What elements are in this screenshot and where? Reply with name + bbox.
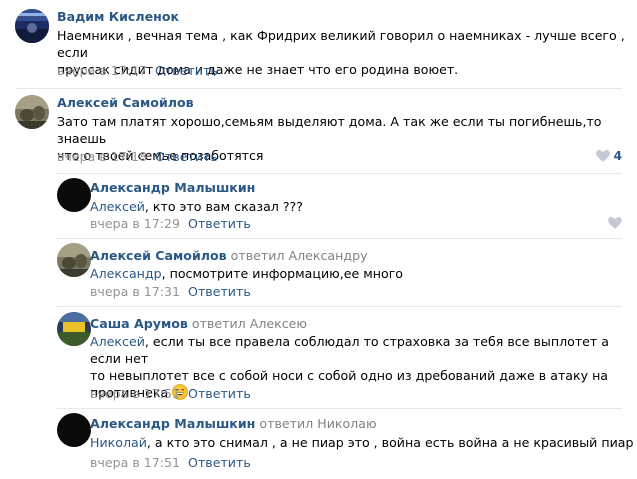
author-name[interactable]: Алексей Самойлов — [90, 248, 227, 263]
avatar[interactable] — [15, 9, 49, 43]
separator — [57, 173, 622, 174]
heart-icon — [608, 217, 622, 229]
comment-text-body: , кто это вам сказал ??? — [144, 199, 303, 214]
avatar[interactable] — [57, 243, 91, 277]
author-name[interactable]: Александр Малышкин — [90, 416, 255, 431]
comment-text-line: то невыплотет все с собой носи с собой о… — [90, 368, 609, 383]
avatar[interactable] — [57, 413, 91, 447]
like-button[interactable]: 4 — [595, 149, 622, 163]
replied-label: ответил Алексею — [192, 316, 307, 331]
comment-meta: вчера в 17:18 Ответить — [57, 149, 218, 165]
author-line: Алексей Самойлов — [57, 95, 194, 111]
replied-word: ответил — [191, 316, 246, 331]
like-button[interactable] — [608, 217, 622, 229]
avatar-image — [15, 9, 49, 43]
comment-text-line: Алексей, если ты все правела соблюдал то… — [90, 333, 637, 367]
comment-text-line: Наемники , вечная тема , как Фридрих вел… — [57, 28, 625, 60]
reply-button[interactable]: Ответить — [188, 455, 251, 470]
mention-link[interactable]: Александр — [90, 266, 162, 281]
reply-button[interactable]: Ответить — [188, 216, 251, 231]
author-line: Алексей Самойлов ответил Александру — [90, 248, 368, 264]
author-line: Александр Малышкин ответил Николаю — [90, 416, 377, 432]
comment-time[interactable]: вчера в 17:51 — [90, 386, 180, 401]
avatar-image — [57, 312, 91, 346]
avatar-image — [57, 243, 91, 277]
replied-label: ответил Николаю — [259, 416, 376, 431]
separator — [57, 408, 622, 409]
replied-word: ответил — [259, 416, 314, 431]
comments-thread: Вадим Кисленок Наемники , вечная тема , … — [0, 0, 637, 479]
reply-button[interactable]: Ответить — [155, 149, 218, 164]
comment-meta: вчера в 17:29 Ответить — [90, 216, 251, 232]
avatar[interactable] — [15, 95, 49, 129]
reply-button[interactable]: Ответить — [188, 284, 251, 299]
separator — [57, 238, 622, 239]
comment-time[interactable]: вчера в 17:17 — [57, 63, 147, 78]
mention-link[interactable]: Алексей — [90, 334, 145, 349]
comment-meta: вчера в 17:51 Ответить — [90, 455, 251, 471]
avatar-image — [15, 95, 49, 129]
comment-text-body: , посмотрите информацию,ее много — [161, 266, 404, 281]
author-name[interactable]: Алексей Самойлов — [57, 95, 194, 110]
author-line: Саша Арумов ответил Алексею — [90, 316, 307, 332]
author-name[interactable]: Саша Арумов — [90, 316, 188, 331]
comment-time[interactable]: вчера в 17:51 — [90, 455, 180, 470]
avatar[interactable] — [57, 178, 91, 212]
comment-meta: вчера в 17:31 Ответить — [90, 284, 251, 300]
author-line: Вадим Кисленок — [57, 9, 179, 25]
comment-time[interactable]: вчера в 17:31 — [90, 284, 180, 299]
mention-link[interactable]: Николай — [90, 435, 147, 450]
comment-text-body: , если ты все правела соблюдал то страхо… — [90, 334, 609, 366]
heart-icon — [595, 150, 610, 162]
mention-link[interactable]: Алексей — [90, 199, 145, 214]
comment-meta: вчера в 17:17 Ответить — [57, 63, 218, 79]
separator — [57, 306, 622, 307]
comment-text: Алексей, кто это вам сказал ??? — [90, 198, 303, 215]
like-count: 4 — [613, 149, 622, 163]
comment-meta: вчера в 17:51 Ответить — [90, 386, 251, 402]
replied-word: ответил — [230, 248, 285, 263]
comment-text-line: Зато там платят хорошо,семьям выделяют д… — [57, 114, 602, 146]
comment-time[interactable]: вчера в 17:29 — [90, 216, 180, 231]
replied-label: ответил Александру — [231, 248, 368, 263]
author-line: Александр Малышкин — [90, 180, 255, 196]
author-name[interactable]: Вадим Кисленок — [57, 9, 179, 24]
reply-button[interactable]: Ответить — [155, 63, 218, 78]
separator — [15, 88, 622, 89]
replied-to-link[interactable]: Николаю — [317, 416, 376, 431]
author-name[interactable]: Александр Малышкин — [90, 180, 255, 195]
replied-to-link[interactable]: Александру — [288, 248, 367, 263]
comment-text: Александр, посмотрите информацию,ее мног… — [90, 265, 403, 282]
avatar[interactable] — [57, 312, 91, 346]
reply-button[interactable]: Ответить — [188, 386, 251, 401]
replied-to-link[interactable]: Алексею — [250, 316, 307, 331]
comment-time[interactable]: вчера в 17:18 — [57, 149, 147, 164]
